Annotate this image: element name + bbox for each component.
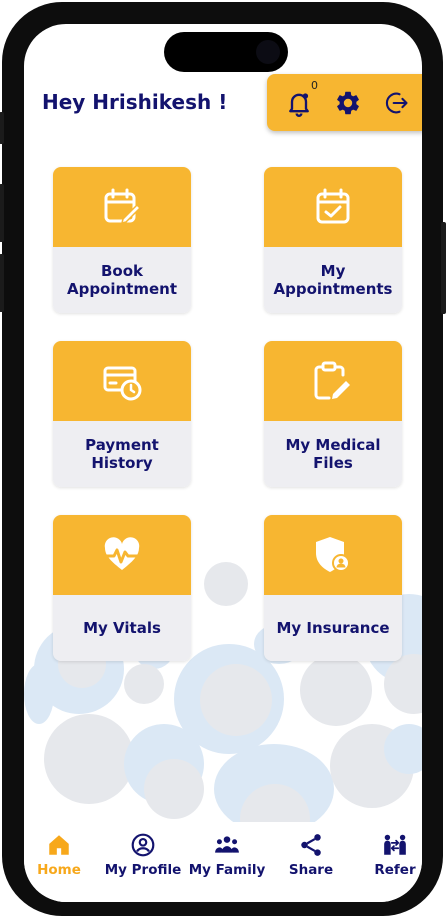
tile-label: Book Appointment [66,262,178,298]
nav-refer[interactable]: Refer [355,832,422,878]
nav-label: Refer [374,862,416,878]
tile-label: My Medical Files [285,436,381,472]
dynamic-island [164,32,288,72]
nav-label: Share [288,862,334,878]
tile-my-appointments[interactable]: My Appointments [264,167,402,313]
volume-down-button [0,254,4,312]
family-icon [215,836,239,853]
phone-frame: Hey Hrishikesh ! 0 Book Appointment My A… [0,2,446,916]
nav-share[interactable]: Share [271,832,351,878]
tile-book-appointment[interactable]: Book Appointment [53,167,191,313]
power-button [441,222,446,314]
mute-switch [0,112,4,144]
refer-icon [384,834,406,855]
profile-icon [131,833,155,857]
tile-my-vitals[interactable]: My Vitals [53,515,191,661]
nav-label: Home [37,862,81,878]
nav-label: My Family [188,862,266,878]
app-screen: Hey Hrishikesh ! 0 Book Appointment My A… [24,24,422,902]
volume-up-button [0,184,4,242]
logout-icon[interactable] [382,89,410,117]
bottom-navigation: Home My Profile My Family Share Refer [24,822,422,902]
calendar-check-icon [316,188,350,224]
heart-pulse-icon [102,537,142,570]
gear-icon[interactable] [334,89,362,117]
tile-label: My Appointments [273,262,393,298]
nav-my-profile[interactable]: My Profile [103,832,183,878]
share-icon [301,834,321,856]
clipboard-edit-icon [314,361,350,400]
nav-my-family[interactable]: My Family [187,832,267,878]
home-icon [49,835,69,855]
nav-home[interactable]: Home [24,832,99,878]
tile-my-medical-files[interactable]: My Medical Files [264,341,402,487]
top-action-bar: 0 [267,74,422,131]
bell-icon[interactable] [285,89,313,117]
nav-label: My Profile [104,862,182,878]
greeting-title: Hey Hrishikesh ! [42,90,228,114]
tile-label: My Insurance [276,619,390,637]
payment-card-clock-icon [103,366,142,401]
tile-my-insurance[interactable]: My Insurance [264,515,402,661]
tile-label: My Vitals [83,619,161,637]
tile-payment-history[interactable]: Payment History [53,341,191,487]
tile-label: Payment History [85,436,159,472]
shield-user-icon [316,537,350,572]
notification-count: 0 [311,79,318,92]
calendar-edit-icon [104,188,142,225]
